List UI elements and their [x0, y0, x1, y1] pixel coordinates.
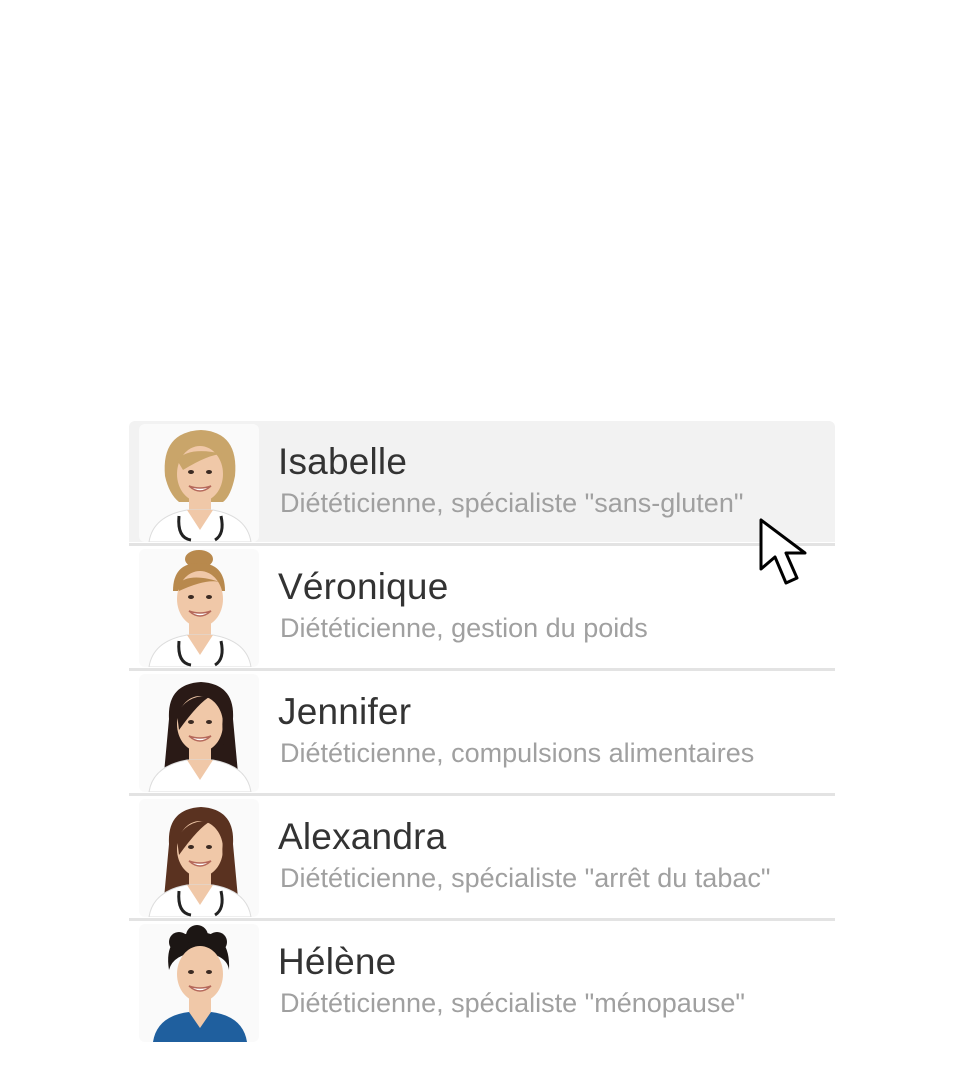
row-divider	[129, 918, 835, 921]
portrait-image	[148, 807, 252, 917]
row-divider	[129, 668, 835, 671]
contact-item-0[interactable]: Isabelle Diététicienne, spécialiste "sans…	[129, 421, 835, 542]
row-divider	[129, 543, 835, 546]
contact-name: Hélène	[278, 941, 397, 982]
contact-name: Alexandra	[278, 816, 447, 857]
contact-item-3[interactable]: Alexandra Diététicienne, spécialiste "arr…	[129, 796, 835, 917]
contact-description: Diététicienne, spécialiste "sans-gluten"	[280, 488, 744, 518]
portrait-image	[148, 430, 252, 542]
portrait-image	[148, 682, 252, 792]
contact-item-4[interactable]: Hélène Diététicienne, spécialiste "ménopa…	[129, 921, 835, 1042]
contact-list: Isabelle Diététicienne, spécialiste "sans…	[129, 421, 835, 1042]
avatar	[139, 674, 259, 792]
contact-name: Jennifer	[278, 691, 412, 732]
contact-description: Diététicienne, spécialiste "arrêt du tab…	[280, 863, 771, 893]
avatar	[139, 799, 259, 917]
avatar	[139, 424, 259, 542]
contact-item-1[interactable]: Véronique Diététicienne, gestion du poids	[129, 546, 835, 667]
contact-name: Isabelle	[278, 441, 408, 482]
row-divider	[129, 793, 835, 796]
contact-name: Véronique	[278, 566, 449, 607]
contact-description: Diététicienne, compulsions alimentaires	[280, 738, 755, 768]
avatar	[139, 924, 259, 1042]
portrait-image	[148, 550, 252, 667]
portrait-image	[153, 925, 247, 1042]
contact-description: Diététicienne, spécialiste "ménopause"	[280, 988, 745, 1018]
avatar	[139, 549, 259, 667]
arrow-cursor-icon	[759, 518, 807, 585]
contact-item-2[interactable]: Jennifer Diététicienne, compulsions alime…	[129, 671, 835, 792]
contact-description: Diététicienne, gestion du poids	[280, 613, 648, 643]
